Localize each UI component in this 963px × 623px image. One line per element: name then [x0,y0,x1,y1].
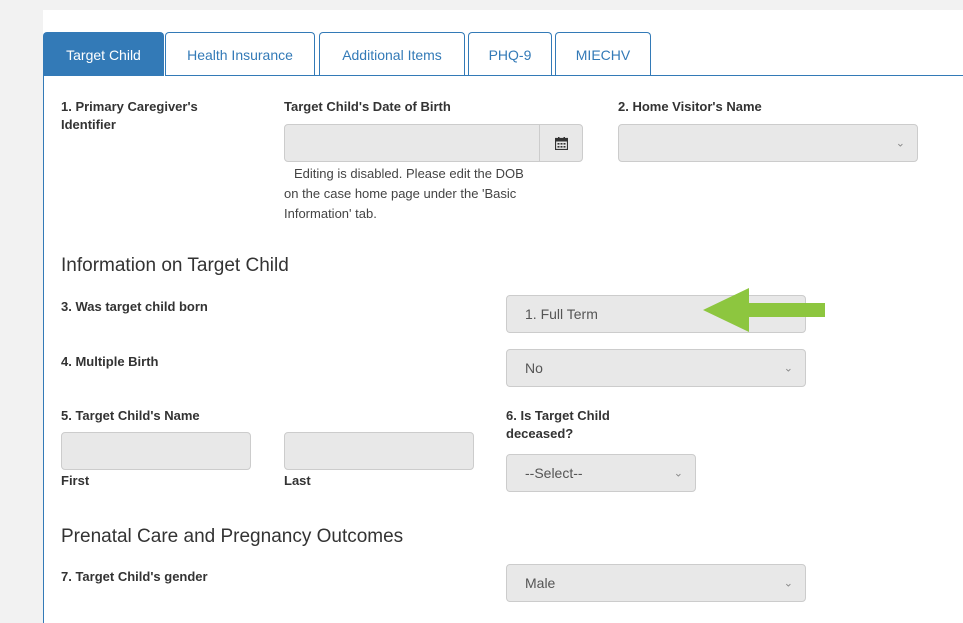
name-label: 5. Target Child's Name [61,408,200,423]
chevron-down-icon: ⌄ [895,137,905,150]
tab-label: PHQ-9 [488,46,532,63]
deceased-select[interactable]: --Select-- ⌄ [506,454,696,492]
form-card: Target Child Health Insurance Additional… [43,10,963,623]
tab-underline [165,75,963,76]
gender-label: 7. Target Child's gender [61,569,208,584]
multiple-birth-value: No [525,360,543,376]
chevron-down-icon: ⌄ [783,577,793,590]
form-border [43,76,44,623]
last-label: Last [284,473,311,488]
deceased-value: --Select-- [525,465,583,481]
multiple-birth-select[interactable]: No ⌄ [506,349,806,387]
primary-caregiver-label: 1. Primary Caregiver's Identifier [61,99,198,132]
dob-input [284,124,583,162]
first-name-input[interactable] [61,432,251,470]
tab-target-child[interactable]: Target Child [43,32,164,76]
deceased-label: 6. Is Target Child deceased? [506,408,610,441]
gender-value: Male [525,575,556,591]
tab-miechv[interactable]: MIECHV [555,32,651,76]
last-name-input[interactable] [284,432,474,470]
home-visitor-label: 2. Home Visitor's Name [618,99,762,114]
born-label: 3. Was target child born [61,299,208,314]
green-arrow-icon [703,288,825,332]
tab-label: Additional Items [342,46,442,63]
dob-help-text: Editing is disabled. Please edit the DOB… [284,166,524,221]
chevron-down-icon: ⌄ [783,362,793,375]
home-visitor-select[interactable]: ⌄ [618,124,918,162]
dob-label: Target Child's Date of Birth [284,99,451,114]
tab-label: MIECHV [575,46,631,63]
tab-label: Health Insurance [187,46,293,63]
tab-health-insurance[interactable]: Health Insurance [165,32,315,76]
first-label: First [61,473,90,488]
tab-additional-items[interactable]: Additional Items [319,32,465,76]
calendar-button[interactable] [539,125,583,161]
section-title-prenatal: Prenatal Care and Pregnancy Outcomes [61,526,404,547]
tab-phq-9[interactable]: PHQ-9 [468,32,552,76]
born-value: 1. Full Term [525,306,598,322]
multiple-birth-label: 4. Multiple Birth [61,354,159,369]
calendar-icon [555,136,568,150]
gender-select[interactable]: Male ⌄ [506,564,806,602]
section-title-info: Information on Target Child [61,255,289,276]
chevron-down-icon: ⌄ [673,467,683,480]
tab-label: Target Child [66,46,141,63]
